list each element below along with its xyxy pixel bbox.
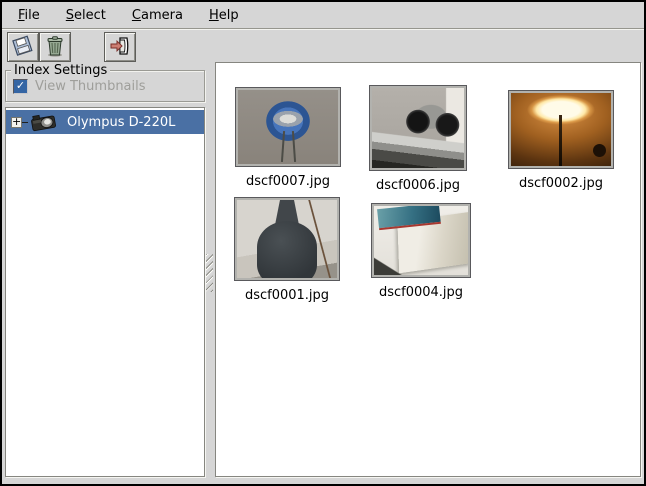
thumbnail-image[interactable] bbox=[236, 88, 340, 166]
thumbnail-dscf0007[interactable]: dscf0007.jpg bbox=[236, 88, 340, 189]
menubar: File Select Camera Help bbox=[2, 2, 644, 29]
trash-icon bbox=[44, 34, 66, 61]
tree-connector-line bbox=[22, 122, 28, 123]
index-settings-frame: Index Settings ✓ View Thumbnails bbox=[5, 70, 205, 102]
menu-select-mnemonic: S bbox=[66, 8, 74, 23]
exit-door-icon bbox=[108, 34, 132, 61]
menu-file-rest: ile bbox=[25, 8, 40, 23]
menu-camera-mnemonic: C bbox=[132, 8, 141, 23]
menu-select-rest: elect bbox=[74, 8, 106, 23]
exit-button[interactable] bbox=[104, 32, 136, 62]
menu-camera-rest: amera bbox=[141, 8, 183, 23]
splitter-grip-icon[interactable] bbox=[206, 254, 213, 292]
menu-help-mnemonic: H bbox=[209, 8, 219, 23]
thumbnail-filename: dscf0007.jpg bbox=[246, 174, 330, 189]
thumbnail-filename: dscf0004.jpg bbox=[379, 285, 463, 300]
pane-splitter[interactable] bbox=[205, 62, 215, 477]
thumbnail-dscf0002[interactable]: dscf0002.jpg bbox=[509, 91, 613, 191]
expander-plus-icon[interactable]: + bbox=[11, 117, 22, 128]
camera-icon bbox=[30, 112, 58, 132]
camera-tree-panel: + Olympus D-220L bbox=[5, 107, 205, 477]
delete-button[interactable] bbox=[39, 32, 71, 62]
thumbnail-filename: dscf0006.jpg bbox=[376, 178, 460, 193]
tree-item-label: Olympus D-220L bbox=[67, 115, 175, 130]
thumbnail-filename: dscf0001.jpg bbox=[245, 288, 329, 303]
menu-help-rest: elp bbox=[219, 8, 239, 23]
thumbnail-dscf0001[interactable]: dscf0001.jpg bbox=[235, 198, 339, 303]
thumbnail-image[interactable] bbox=[370, 86, 466, 170]
index-settings-frame-title: Index Settings bbox=[11, 63, 110, 78]
menu-select[interactable]: Select bbox=[56, 5, 116, 26]
thumbnail-image[interactable] bbox=[509, 91, 613, 168]
save-button[interactable] bbox=[7, 32, 39, 62]
thumbnail-image[interactable] bbox=[372, 204, 470, 277]
menu-file[interactable]: File bbox=[8, 5, 50, 26]
tree-row-olympus[interactable]: + Olympus D-220L bbox=[6, 110, 204, 134]
view-thumbnails-label: View Thumbnails bbox=[35, 79, 146, 94]
thumbnail-dscf0004[interactable]: dscf0004.jpg bbox=[372, 204, 470, 300]
gtkam-window: File Select Camera Help bbox=[0, 0, 646, 486]
view-thumbnails-checkbox[interactable]: ✓ bbox=[13, 79, 28, 94]
menu-help[interactable]: Help bbox=[199, 5, 249, 26]
floppy-save-icon bbox=[11, 34, 35, 61]
thumbnail-image[interactable] bbox=[235, 198, 339, 280]
thumbnail-dscf0006[interactable]: dscf0006.jpg bbox=[370, 86, 466, 193]
menu-camera[interactable]: Camera bbox=[122, 5, 193, 26]
thumbnail-filename: dscf0002.jpg bbox=[519, 176, 603, 191]
view-thumbnails-row: ✓ View Thumbnails bbox=[13, 79, 146, 94]
